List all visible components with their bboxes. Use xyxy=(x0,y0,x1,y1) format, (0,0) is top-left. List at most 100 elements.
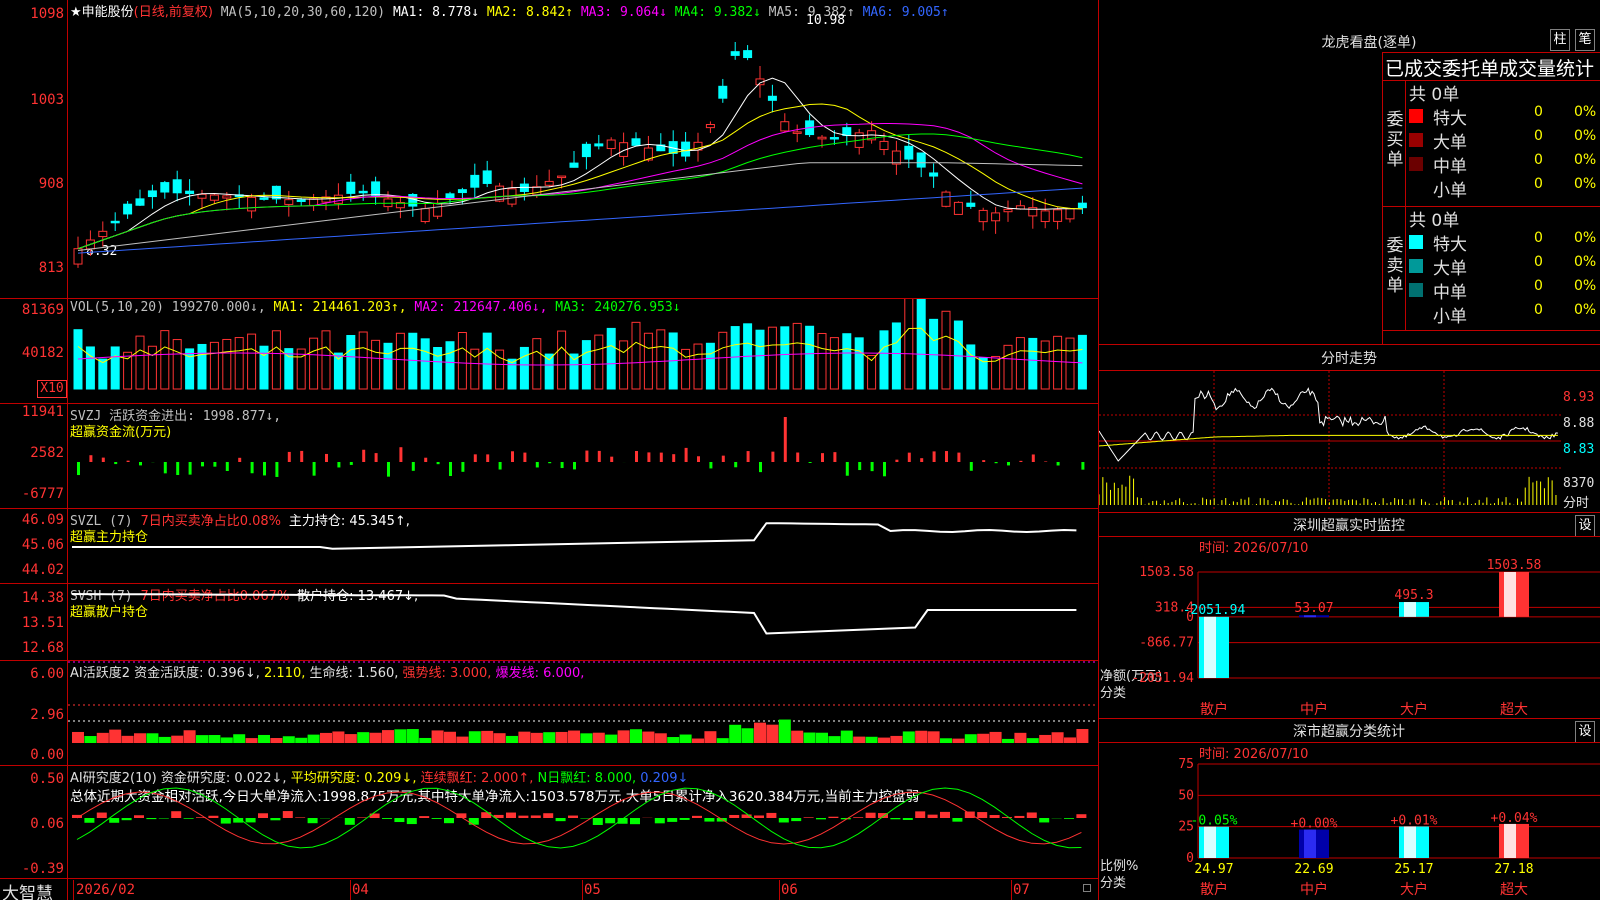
candle-body xyxy=(681,141,691,157)
vol-ytick: 40182 xyxy=(21,345,64,361)
activity-bar xyxy=(952,738,965,743)
flow-bar xyxy=(597,450,601,462)
svzl-ytick: 45.06 xyxy=(21,537,64,553)
sell-order-name: 小单 xyxy=(1433,307,1467,327)
activity-bar xyxy=(1014,732,1027,743)
candle-body xyxy=(544,180,554,186)
activity-bar xyxy=(270,738,283,743)
chart-category-label: 大户 xyxy=(1400,701,1428,718)
xaxis-tick xyxy=(779,880,780,900)
flow-bar xyxy=(709,462,713,469)
candle-body xyxy=(408,193,418,207)
activity-bar xyxy=(431,730,444,743)
activity-bar xyxy=(692,738,704,743)
flow-bar xyxy=(821,453,824,462)
ai-research-chart[interactable] xyxy=(68,766,1098,878)
volume-bar xyxy=(532,338,542,390)
ai-active-ytick: 0.00 xyxy=(30,747,64,763)
flow-bar xyxy=(932,451,936,462)
sell-total: 共 0单 xyxy=(1409,211,1460,231)
sz-monitor-panel[interactable]: 深圳超赢实时监控 设 时间: 2026/07/10 净额(万元) 分类 1503… xyxy=(1099,512,1600,718)
kline-chart[interactable] xyxy=(68,0,1098,298)
volume-bar xyxy=(247,333,257,390)
activity-bar xyxy=(580,733,593,743)
flow-bar xyxy=(337,462,341,468)
flow-bar xyxy=(721,455,725,462)
volume-bar xyxy=(953,320,963,390)
flow-bar xyxy=(635,450,638,462)
activity-bar xyxy=(506,735,518,743)
activity-bar xyxy=(890,735,903,743)
activity-bar xyxy=(927,731,940,743)
research-bar xyxy=(1064,818,1074,819)
flow-bar xyxy=(399,447,403,462)
flow-bar xyxy=(610,456,614,462)
candle-body xyxy=(333,194,343,204)
intraday-price-mid: 8.88 xyxy=(1563,416,1595,431)
sz-class-settings-button[interactable]: 设 xyxy=(1575,721,1595,743)
svzl-panel[interactable]: 46.09 45.06 44.02 SVZL (7) 7日内买卖净占比0.08%… xyxy=(0,509,1098,583)
volume-bar xyxy=(1053,335,1063,390)
sz-class-panel[interactable]: 深市超赢分类统计 设 时间: 2026/07/10 比例% 分类 75 50 25 0… xyxy=(1099,718,1600,900)
ai-research-panel[interactable]: 0.50 0.06 -0.39 AI研究度2(10) 资金研究度: 0.022↓… xyxy=(0,766,1098,878)
candle-body xyxy=(817,136,827,140)
flow-bar xyxy=(808,462,812,463)
sell-order-pct: 0% xyxy=(1574,230,1597,246)
activity-bar xyxy=(1039,734,1052,743)
candle-body xyxy=(1077,202,1087,209)
sz-class-chart[interactable]: 755025024.97-0.05%散户22.69+0.00%中户25.17+0… xyxy=(1099,744,1600,900)
flow-bar xyxy=(969,462,973,471)
research-bar xyxy=(692,815,702,818)
volume-bar xyxy=(891,322,901,390)
svsh-panel[interactable]: 14.38 13.51 12.68 SVSH (7) 7日内买卖净占比0.067… xyxy=(0,584,1098,660)
flow-bar xyxy=(895,459,899,462)
volume-bar xyxy=(792,322,802,390)
research-bar xyxy=(258,813,268,818)
kline-panel[interactable]: 1098 1003 908 813 ★申能股份(日线,前复权) MA(5,10,… xyxy=(0,0,1098,298)
volume-bar xyxy=(767,326,777,390)
intraday-top-border xyxy=(1099,344,1600,345)
sz-monitor-chart[interactable]: 1503.58318.40-866.77-2051.94-2051.94散户53… xyxy=(1099,538,1600,718)
activity-bar xyxy=(754,722,766,743)
volume-chart[interactable] xyxy=(68,299,1098,403)
svzj-chart[interactable] xyxy=(68,404,1098,508)
candle-body xyxy=(172,179,182,194)
sz-monitor-title: 深圳超赢实时监控 xyxy=(1293,518,1405,534)
activity-bar xyxy=(716,738,729,743)
volume-panel[interactable]: 81369 40182 X10 VOL(5,10,20) 199270.000↓… xyxy=(0,299,1098,403)
volume-bar xyxy=(879,330,889,390)
lock-icon[interactable] xyxy=(1083,884,1091,892)
sz-monitor-settings-button[interactable]: 设 xyxy=(1575,515,1595,537)
volume-bar xyxy=(197,343,207,390)
tick-view-button[interactable]: 笔 xyxy=(1575,29,1595,51)
activity-bar xyxy=(344,734,357,743)
intraday-chart[interactable] xyxy=(1099,371,1561,511)
bar-view-button[interactable]: 柱 xyxy=(1550,29,1570,51)
buy-order-name: 特大 xyxy=(1433,109,1467,129)
svzj-panel[interactable]: 11941 2582 -6777 SVZJ 活跃资金进出: 1998.877↓,… xyxy=(0,404,1098,508)
flow-bar xyxy=(994,462,998,464)
volume-bar xyxy=(160,330,170,390)
research-bar xyxy=(592,818,603,825)
volume-bar xyxy=(445,341,455,390)
svsh-line xyxy=(71,593,1077,635)
ai-research-ytick: 0.50 xyxy=(30,771,64,787)
flow-bar xyxy=(449,462,452,477)
activity-bar xyxy=(592,732,605,743)
research-bar xyxy=(791,818,802,822)
ai-active-panel[interactable]: 6.00 2.96 0.00 AI活跃度2 资金活跃度: 0.396↓, 2.1… xyxy=(0,661,1098,765)
sell-order-row: 特大 0 0% xyxy=(1409,230,1599,255)
candle-body xyxy=(581,143,591,158)
candle-body xyxy=(98,230,108,238)
volume-bar xyxy=(805,325,815,390)
flow-bar xyxy=(845,462,849,476)
svzl-chart[interactable] xyxy=(68,509,1098,583)
activity-bar xyxy=(667,737,680,743)
research-bar xyxy=(146,818,157,820)
flow-bar xyxy=(436,462,440,465)
activity-bar xyxy=(369,732,382,743)
svsh-chart[interactable] xyxy=(68,584,1098,660)
ai-active-chart[interactable] xyxy=(68,661,1098,765)
intraday-panel[interactable]: 分时走势 8.93 8.88 8.83 8370 分时 xyxy=(1099,344,1600,512)
flow-bar xyxy=(573,462,576,470)
